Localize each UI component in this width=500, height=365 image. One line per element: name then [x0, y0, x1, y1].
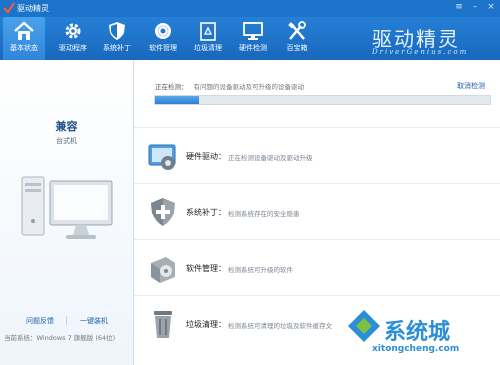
one-click-install-link[interactable]: 一键装机 — [80, 316, 108, 326]
cancel-detection-link[interactable]: 取消检测 — [457, 81, 485, 91]
link-divider — [66, 316, 67, 325]
watermark-url: xitongcheng.com — [372, 344, 460, 354]
close-icon[interactable]: × — [486, 2, 496, 12]
security-shield-icon — [151, 198, 175, 226]
window-controls: ≡ – × — [454, 2, 496, 12]
scan-item-name: 系统补丁： — [186, 208, 226, 217]
desktop-computer-icon — [21, 176, 113, 239]
detection-description: 有问题的设备驱动及可升级的设备驱动 — [193, 83, 305, 91]
tab-label: 百宝箱 — [286, 44, 308, 52]
tab-hardware-detection[interactable]: 硬件检测 — [232, 17, 274, 60]
scan-item-description: 检测系统存在的安全隐患 — [228, 210, 300, 218]
machine-type: 台式机 — [56, 137, 77, 145]
detection-label: 正在检测： — [155, 83, 188, 91]
hardware-driver-icon — [148, 144, 176, 170]
scan-item-name: 软件管理： — [186, 264, 226, 273]
gear-icon — [65, 23, 81, 39]
scan-item-system-patch: 系统补丁： 检测系统存在的安全隐患 — [134, 183, 500, 240]
tab-label: 硬件检测 — [239, 44, 267, 52]
trash-can-icon — [154, 311, 172, 338]
tab-label: 驱动程序 — [59, 44, 87, 52]
detection-status: 正在检测： 有问题的设备驱动及可升级的设备驱动 — [155, 81, 304, 91]
tab-toolbox[interactable]: 百宝箱 — [276, 17, 318, 60]
watermark-logo-icon — [348, 310, 380, 342]
software-disc-icon — [151, 257, 175, 283]
scan-item-software: 软件管理： 检测系统可升级的软件 — [134, 239, 500, 296]
tab-drivers[interactable]: 驱动程序 — [52, 17, 94, 60]
scan-progress-bar — [154, 95, 491, 105]
tab-label: 垃圾清理 — [194, 44, 222, 52]
scan-item-description: 正在检测设备驱动及驱动升级 — [228, 154, 313, 162]
disc-icon — [155, 23, 171, 39]
window-title: 驱动精灵 — [17, 4, 49, 13]
status-sidebar: 兼容 台式机 问题反馈 一键装机 当前系统：Windows 7 旗舰版 (64位… — [0, 60, 134, 365]
tab-system-patches[interactable]: 系统补丁 — [96, 17, 138, 60]
scan-item-name: 垃圾清理： — [186, 320, 226, 329]
tab-label: 基本状态 — [10, 44, 38, 52]
shield-icon — [109, 22, 125, 40]
current-system: 当前系统：Windows 7 旗舰版 (64位) — [4, 332, 115, 342]
app-logo-icon — [3, 2, 15, 14]
scan-item-description: 检测系统可清理的垃圾及软件缓存文 — [228, 322, 332, 330]
title-bar: 驱动精灵 ≡ – × — [0, 0, 500, 17]
home-icon — [14, 21, 34, 40]
feedback-link[interactable]: 问题反馈 — [26, 316, 54, 326]
site-watermark: 系统城 xitongcheng.com — [346, 294, 496, 362]
watermark-text: 系统城 — [384, 320, 451, 345]
tab-junk-cleanup[interactable]: 垃圾清理 — [187, 17, 229, 60]
tab-software-management[interactable]: 软件管理 — [142, 17, 184, 60]
menu-icon[interactable]: ≡ — [454, 2, 464, 12]
monitor-icon — [243, 22, 263, 40]
tab-basic-status[interactable]: 基本状态 — [3, 17, 45, 60]
tab-label: 软件管理 — [149, 44, 177, 52]
minimize-icon[interactable]: – — [470, 2, 480, 12]
tab-label: 系统补丁 — [103, 44, 131, 52]
scan-item-name: 硬件驱动： — [186, 152, 226, 161]
current-system-value: Windows 7 旗舰版 (64位) — [36, 334, 116, 342]
compatibility-status: 兼容 — [55, 120, 78, 133]
scan-item-description: 检测系统可升级的软件 — [228, 266, 293, 274]
brand-url: DriverGenius.com — [372, 48, 469, 56]
recycle-bin-icon — [200, 22, 216, 41]
scan-item-hardware-driver: 硬件驱动： 正在检测设备驱动及驱动升级 — [134, 127, 500, 184]
tools-icon — [288, 21, 306, 40]
scan-progress-fill — [155, 96, 199, 104]
current-system-label: 当前系统： — [4, 334, 37, 342]
